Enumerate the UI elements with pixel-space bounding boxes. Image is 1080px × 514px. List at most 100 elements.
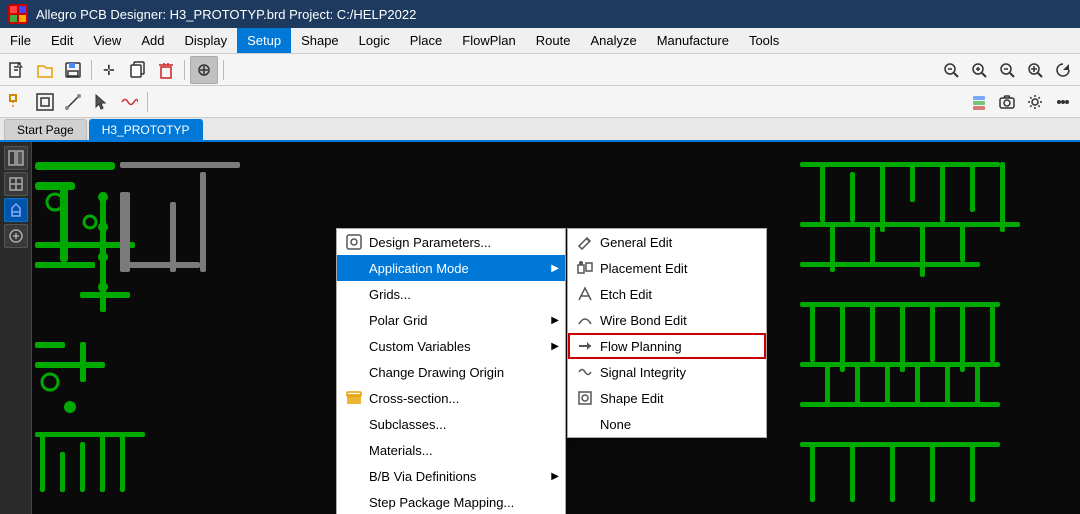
menu-materials[interactable]: Materials... bbox=[337, 437, 565, 463]
toolbar-sep-1 bbox=[91, 60, 92, 80]
cursor-btn[interactable] bbox=[88, 89, 114, 115]
placement-edit-icon bbox=[576, 259, 594, 277]
zoom-out[interactable] bbox=[994, 57, 1020, 83]
wire-bond-label: Wire Bond Edit bbox=[600, 313, 687, 328]
none-icon bbox=[576, 415, 594, 433]
settings-btn[interactable] bbox=[1022, 89, 1048, 115]
layer-btn[interactable] bbox=[966, 89, 992, 115]
menu-design-params[interactable]: Design Parameters... bbox=[337, 229, 565, 255]
subclasses-label: Subclasses... bbox=[369, 417, 446, 432]
menu-step-pkg[interactable]: Step Package Mapping... bbox=[337, 489, 565, 514]
cross-section-icon bbox=[345, 389, 363, 407]
subclasses-icon bbox=[345, 415, 363, 433]
menu-app-mode[interactable]: Application Mode ▶ bbox=[337, 255, 565, 281]
toolbar2-sep-1 bbox=[147, 92, 148, 112]
copy-button[interactable] bbox=[125, 57, 151, 83]
flow-planning-icon bbox=[576, 337, 594, 355]
drawing-origin-label: Change Drawing Origin bbox=[369, 365, 504, 380]
left-btn-3[interactable] bbox=[4, 198, 28, 222]
menu-placement-edit[interactable]: Placement Edit bbox=[568, 255, 766, 281]
menu-place[interactable]: Place bbox=[400, 28, 453, 53]
menu-logic[interactable]: Logic bbox=[349, 28, 400, 53]
flow-planning-label: Flow Planning bbox=[600, 339, 682, 354]
design-params-label: Design Parameters... bbox=[369, 235, 491, 250]
zoom-menu[interactable] bbox=[938, 57, 964, 83]
menu-flowplan[interactable]: FlowPlan bbox=[452, 28, 525, 53]
menu-cross-section[interactable]: Cross-section... bbox=[337, 385, 565, 411]
menu-etch-edit[interactable]: Etch Edit bbox=[568, 281, 766, 307]
bb-via-arrow: ▶ bbox=[551, 471, 559, 482]
extra-btn[interactable] bbox=[1050, 89, 1076, 115]
setup-menu: Design Parameters... Application Mode ▶ … bbox=[336, 228, 566, 514]
refresh[interactable] bbox=[1050, 57, 1076, 83]
menu-analyze[interactable]: Analyze bbox=[580, 28, 646, 53]
zoom-all[interactable] bbox=[1022, 57, 1048, 83]
polar-grid-arrow: ▶ bbox=[551, 315, 559, 326]
etch-edit-icon bbox=[576, 285, 594, 303]
left-btn-1[interactable] bbox=[4, 146, 28, 170]
measure-btn[interactable] bbox=[60, 89, 86, 115]
menu-tools[interactable]: Tools bbox=[739, 28, 789, 53]
camera-btn[interactable] bbox=[994, 89, 1020, 115]
app-mode-icon bbox=[345, 259, 363, 277]
menu-flow-planning[interactable]: Flow Planning bbox=[568, 333, 766, 359]
svg-text:✛: ✛ bbox=[103, 62, 115, 78]
menu-bb-via[interactable]: B/B Via Definitions ▶ bbox=[337, 463, 565, 489]
tab-h3prototyp[interactable]: H3_PROTOTYP bbox=[89, 119, 203, 140]
app-mode-arrow: ▶ bbox=[551, 263, 559, 274]
etch-edit-label: Etch Edit bbox=[600, 287, 652, 302]
custom-vars-icon bbox=[345, 337, 363, 355]
cross-section-label: Cross-section... bbox=[369, 391, 459, 406]
menu-subclasses[interactable]: Subclasses... bbox=[337, 411, 565, 437]
wave-btn[interactable] bbox=[116, 89, 142, 115]
polar-grid-icon bbox=[345, 311, 363, 329]
menu-file[interactable]: File bbox=[0, 28, 41, 53]
general-edit-label: General Edit bbox=[600, 235, 672, 250]
polar-grid-label: Polar Grid bbox=[369, 313, 428, 328]
menu-view[interactable]: View bbox=[83, 28, 131, 53]
left-btn-2[interactable] bbox=[4, 172, 28, 196]
menu-shape[interactable]: Shape bbox=[291, 28, 349, 53]
zoom-fit[interactable] bbox=[190, 56, 218, 84]
grid-btn[interactable] bbox=[32, 89, 58, 115]
grids-label: Grids... bbox=[369, 287, 411, 302]
signal-integrity-icon bbox=[576, 363, 594, 381]
custom-vars-arrow: ▶ bbox=[551, 341, 559, 352]
menu-manufacture[interactable]: Manufacture bbox=[647, 28, 739, 53]
materials-label: Materials... bbox=[369, 443, 433, 458]
menu-signal-integrity[interactable]: Signal Integrity bbox=[568, 359, 766, 385]
menu-shape-edit[interactable]: Shape Edit bbox=[568, 385, 766, 411]
general-edit-icon bbox=[576, 233, 594, 251]
save-button[interactable] bbox=[60, 57, 86, 83]
title-bar: Allegro PCB Designer: H3_PROTOTYP.brd Pr… bbox=[0, 0, 1080, 28]
new-button[interactable] bbox=[4, 57, 30, 83]
step-pkg-icon bbox=[345, 493, 363, 511]
menu-display[interactable]: Display bbox=[174, 28, 237, 53]
menu-grids[interactable]: Grids... bbox=[337, 281, 565, 307]
menu-drawing-origin[interactable]: Change Drawing Origin bbox=[337, 359, 565, 385]
delete-button[interactable] bbox=[153, 57, 179, 83]
snap-btn[interactable] bbox=[4, 89, 30, 115]
drawing-origin-icon bbox=[345, 363, 363, 381]
menu-wire-bond[interactable]: Wire Bond Edit bbox=[568, 307, 766, 333]
menu-general-edit[interactable]: General Edit bbox=[568, 229, 766, 255]
menu-custom-vars[interactable]: Custom Variables ▶ bbox=[337, 333, 565, 359]
left-btn-4[interactable] bbox=[4, 224, 28, 248]
menu-setup[interactable]: Setup bbox=[237, 28, 291, 53]
tab-startpage[interactable]: Start Page bbox=[4, 119, 87, 140]
signal-integrity-label: Signal Integrity bbox=[600, 365, 686, 380]
custom-vars-label: Custom Variables bbox=[369, 339, 471, 354]
menu-polar-grid[interactable]: Polar Grid ▶ bbox=[337, 307, 565, 333]
toolbar-sep-2 bbox=[184, 60, 185, 80]
bb-via-label: B/B Via Definitions bbox=[369, 469, 476, 484]
window-title: Allegro PCB Designer: H3_PROTOTYP.brd Pr… bbox=[36, 7, 416, 22]
menu-edit[interactable]: Edit bbox=[41, 28, 83, 53]
open-button[interactable] bbox=[32, 57, 58, 83]
zoom-in[interactable] bbox=[966, 57, 992, 83]
menu-none[interactable]: None bbox=[568, 411, 766, 437]
menu-add[interactable]: Add bbox=[131, 28, 174, 53]
appmode-menu: General Edit Placement Edit Etch Edit Wi… bbox=[567, 228, 767, 438]
wire-bond-icon bbox=[576, 311, 594, 329]
move-button[interactable]: ✛ bbox=[97, 57, 123, 83]
menu-route[interactable]: Route bbox=[526, 28, 581, 53]
